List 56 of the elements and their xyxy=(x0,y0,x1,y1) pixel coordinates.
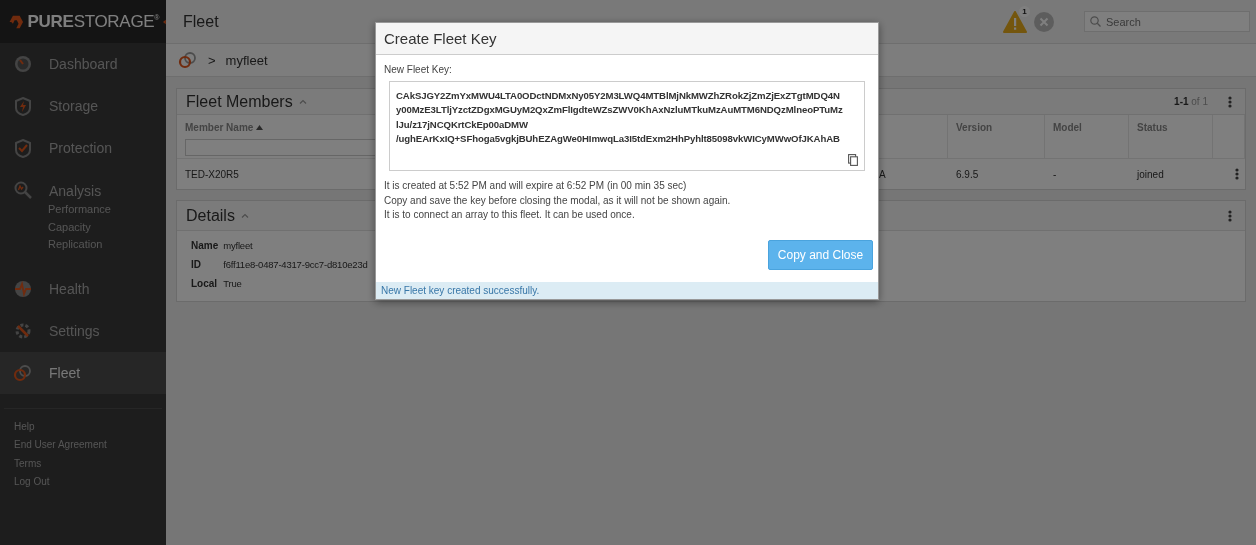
key-textbox[interactable]: CAkSJGY2ZmYxMWU4LTA0ODctNDMxNy05Y2M3LWQ4MTBlMjNkMWZhZRokZjZmZjExZTgtMDQ4N y00MzE3LTljYzctZDgxMGUyM2QxZmFlIgdteWZsZWV0KhAxNzluMTkuMzAuMTM6NDQzMlneoPTuMz lJu/z17jNCQKrtCkEp00aDMW /ughEArKxIQ+SFhoga5vgkjBUhEZAgWe0HImwqLa3I5tdExm2HhPyhlt85098vkWICyMWwOfJKAhAB xyxy=(389,81,865,171)
alert-button[interactable]: 1 xyxy=(1003,10,1027,33)
nav-item[interactable]: Dashboard xyxy=(0,43,166,85)
table-cell: joined xyxy=(1137,168,1164,180)
column-header[interactable]: Status xyxy=(1137,122,1168,133)
table-cell: A xyxy=(879,168,886,180)
footer-link[interactable]: Help xyxy=(14,417,166,437)
magnifier-icon xyxy=(13,181,33,199)
panel-title: Fleet Members xyxy=(186,92,293,111)
more-options-icon[interactable] xyxy=(1228,95,1232,108)
breadcrumb-separator: > xyxy=(208,52,216,68)
info-text: It is to connect an array to this fleet. It can be used once. xyxy=(384,208,636,222)
nav-item[interactable]: Settings xyxy=(0,309,166,352)
panel-title: Details xyxy=(186,206,235,225)
sort-ascending-icon[interactable] xyxy=(256,125,264,130)
nav-subitem[interactable]: Replication xyxy=(48,236,166,254)
more-options-icon[interactable] xyxy=(1235,168,1239,180)
info-text: It is created at 5:52 PM and will expire at 6:52 PM (in 00 min 35 sec) xyxy=(384,179,688,193)
table-cell: TED-X20R5 xyxy=(185,168,239,180)
nav-item[interactable]: Fleet xyxy=(0,351,166,394)
field-value: f6ff11e8-0487-4317-9cc7-d810e23d xyxy=(223,258,368,272)
field-value: True xyxy=(223,277,242,291)
column-header[interactable]: Version xyxy=(956,122,993,133)
copy-icon[interactable] xyxy=(848,154,858,166)
warning-icon xyxy=(1003,10,1027,33)
breadcrumb-item[interactable]: myfleet xyxy=(225,52,268,68)
copy-and-close-button[interactable]: Copy and Close xyxy=(768,239,873,270)
heartbeat-icon xyxy=(13,279,33,298)
status-message: New Fleet key created successfully. xyxy=(376,281,878,299)
column-header[interactable]: Model xyxy=(1053,122,1082,133)
gauge-icon xyxy=(13,55,33,73)
info-text: Copy and save the key before closing the modal, as it will not be shown again. xyxy=(384,193,732,208)
nav-item[interactable]: Analysis xyxy=(0,169,166,201)
field-value: myfleet xyxy=(223,239,253,253)
table-cell: - xyxy=(1053,168,1057,180)
page-title: Fleet xyxy=(183,12,219,31)
nav-item[interactable]: Storage xyxy=(0,85,166,127)
field-label: Name xyxy=(191,239,219,253)
nav-item[interactable]: Protection xyxy=(0,127,166,169)
field-label: Local xyxy=(191,277,218,291)
search-field[interactable]: Search xyxy=(1084,11,1250,32)
shield-bolt-icon xyxy=(13,96,33,116)
alert-count-badge: 1 xyxy=(1019,5,1030,17)
more-options-icon[interactable] xyxy=(1228,209,1232,222)
column-header[interactable]: Member Name xyxy=(185,122,254,133)
fleet-rings-icon xyxy=(178,51,198,69)
gear-icon xyxy=(13,321,33,340)
field-label: New Fleet Key: xyxy=(384,64,453,75)
table-cell: 6.9.5 xyxy=(956,168,979,180)
brand-logo: PURESTORAGE$^{®}$ xyxy=(27,11,160,32)
rings-icon xyxy=(13,363,33,382)
field-label: ID xyxy=(191,258,201,272)
modal-title: Create Fleet Key xyxy=(376,23,878,55)
shield-check-icon xyxy=(13,138,33,158)
nav-item[interactable]: Health xyxy=(0,267,166,310)
nav-subitem[interactable]: Performance xyxy=(48,201,166,219)
